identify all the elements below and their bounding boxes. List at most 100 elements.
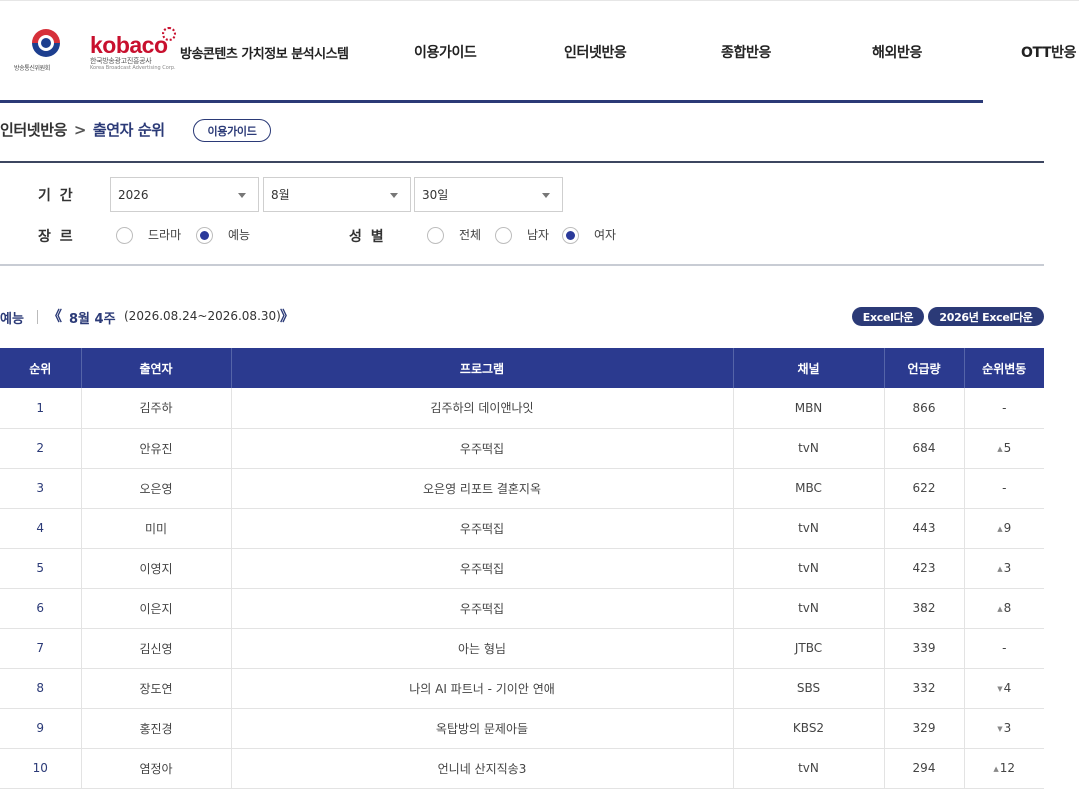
week-divider: [37, 310, 38, 324]
filter-divider: [0, 264, 1044, 266]
performer-cell: 이은지: [81, 588, 232, 629]
arrow-down-icon: ▼: [997, 685, 1003, 693]
table-row[interactable]: 6 이은지 우주떡집 tvN 382 ▲8: [0, 588, 1044, 629]
gender-radio-all[interactable]: [427, 227, 444, 244]
day-select[interactable]: 30일: [414, 177, 563, 212]
mentions-cell: 382: [884, 588, 965, 629]
gender-radio-female[interactable]: [562, 227, 579, 244]
site-header: 방송통신위원회 kobaco 한국방송광고진흥공사 Korea Broadcas…: [0, 0, 1079, 103]
table-row[interactable]: 9 홍진경 옥탑방의 문제아들 KBS2 329 ▼3: [0, 708, 1044, 749]
mentions-cell: 332: [884, 668, 965, 709]
period-label: 기 간: [38, 188, 75, 204]
program-cell: 우주떡집: [231, 428, 734, 469]
excel-download-button[interactable]: Excel다운: [852, 307, 924, 326]
genre-radio-variety-label[interactable]: 예능: [228, 226, 250, 243]
table-row[interactable]: 1 김주하 김주하의 데이앤나잇 MBN 866 -: [0, 388, 1044, 429]
gender-radio-all-label[interactable]: 전체: [459, 226, 481, 243]
guide-button[interactable]: 이용가이드: [193, 119, 271, 142]
table-row[interactable]: 3 오은영 오은영 리포트 결혼지옥 MBC 622 -: [0, 468, 1044, 509]
kobaco-logo[interactable]: kobaco 한국방송광고진흥공사 Korea Broadcast Advert…: [90, 27, 176, 79]
program-cell: 우주떡집: [231, 508, 734, 549]
system-title[interactable]: 방송콘텐츠 가치정보 분석시스템: [180, 43, 349, 62]
day-select-value: 30일: [422, 188, 449, 202]
rank-change-value: -: [1002, 481, 1007, 495]
program-cell: 언니네 산지직송3: [231, 748, 734, 789]
genre-radio-variety[interactable]: [196, 227, 213, 244]
prev-week-icon[interactable]: 《: [48, 306, 62, 326]
rank-change-value: 3: [1003, 721, 1012, 735]
channel-cell: tvN: [733, 748, 885, 789]
performer-cell: 김주하: [81, 388, 232, 429]
rank-cell: 10: [0, 748, 82, 789]
rank-change-value: 4: [1003, 681, 1012, 695]
next-week-icon[interactable]: 》: [280, 306, 294, 326]
nav-item-total[interactable]: 종합반응: [721, 42, 771, 62]
gov-logo-text: 방송통신위원회: [14, 65, 50, 72]
rank-change-value: -: [1002, 400, 1007, 415]
genre-radio-drama[interactable]: [116, 227, 133, 244]
rank-change-cell: ▼4: [964, 668, 1044, 709]
arrow-up-icon: ▲: [997, 525, 1003, 533]
mentions-cell: 294: [884, 748, 965, 789]
performer-cell: 오은영: [81, 468, 232, 509]
table-row[interactable]: 10 염정아 언니네 산지직송3 tvN 294 ▲12: [0, 748, 1044, 789]
rank-cell: 8: [0, 668, 82, 709]
year-select[interactable]: 2026: [110, 177, 259, 212]
mentions-cell: 339: [884, 628, 965, 669]
table-row[interactable]: 2 안유진 우주떡집 tvN 684 ▲5: [0, 428, 1044, 469]
rank-change-cell: ▲12: [964, 748, 1044, 789]
arrow-up-icon: ▲: [997, 565, 1003, 573]
nav-item-ott[interactable]: OTT반응: [1021, 42, 1076, 62]
rank-change-cell: ▲5: [964, 428, 1044, 469]
gov-logo[interactable]: 방송통신위원회: [14, 29, 78, 75]
rank-change-cell: ▲3: [964, 548, 1044, 589]
performer-cell: 염정아: [81, 748, 232, 789]
excel-year-download-button[interactable]: 2026년 Excel다운: [928, 307, 1044, 326]
table-row[interactable]: 7 김신영 아는 형님 JTBC 339 -: [0, 628, 1044, 669]
page-title: 출연자 순위: [92, 121, 165, 139]
program-cell: 아는 형님: [231, 628, 734, 669]
arrow-up-icon: ▲: [997, 445, 1003, 453]
kobaco-dots-icon: [162, 27, 176, 41]
rank-change-cell: ▼3: [964, 708, 1044, 749]
rank-change-cell: -: [964, 468, 1044, 509]
rank-change-cell: ▲9: [964, 508, 1044, 549]
program-cell: 오은영 리포트 결혼지옥: [231, 468, 734, 509]
rank-cell: 3: [0, 468, 82, 509]
performer-cell: 장도연: [81, 668, 232, 709]
arrow-down-icon: ▼: [997, 725, 1003, 733]
rank-change-value: 5: [1003, 441, 1012, 455]
arrow-up-icon: ▲: [993, 765, 999, 773]
channel-cell: tvN: [733, 508, 885, 549]
mentions-cell: 329: [884, 708, 965, 749]
table-row[interactable]: 5 이영지 우주떡집 tvN 423 ▲3: [0, 548, 1044, 589]
ranking-table-body: 1 김주하 김주하의 데이앤나잇 MBN 866-2 안유진 우주떡집 tvN 684 ▲5 3 오은…: [0, 388, 1044, 789]
rank-cell: 5: [0, 548, 82, 589]
breadcrumb-parent[interactable]: 인터넷반응: [0, 121, 67, 139]
program-cell: 나의 AI 파트너 - 기이안 연애: [231, 668, 734, 709]
col-performer: 출연자: [81, 348, 232, 388]
gender-radio-male-label[interactable]: 남자: [527, 226, 549, 243]
rank-change-value: 8: [1003, 601, 1012, 615]
nav-item-internet[interactable]: 인터넷반응: [564, 42, 627, 62]
table-row[interactable]: 4 미미 우주떡집 tvN 443 ▲9: [0, 508, 1044, 549]
genre-radio-drama-label[interactable]: 드라마: [148, 226, 181, 243]
gender-radio-male[interactable]: [495, 227, 512, 244]
program-cell: 옥탑방의 문제아들: [231, 708, 734, 749]
table-row[interactable]: 8 장도연 나의 AI 파트너 - 기이안 연애 SBS 332 ▼4: [0, 668, 1044, 709]
rank-cell: 6: [0, 588, 82, 629]
col-channel: 채널: [733, 348, 885, 388]
ranking-table: 순위 출연자 프로그램 채널 언급량 순위변동 1 김주하 김주하의 데이앤나잇 MB…: [0, 348, 1044, 789]
nav-item-overseas[interactable]: 해외반응: [872, 42, 922, 62]
year-select-value: 2026: [118, 187, 149, 202]
breadcrumb: 인터넷반응 > 출연자 순위: [0, 119, 165, 140]
gender-label: 성 별: [349, 229, 386, 245]
rank-cell: 1: [0, 388, 82, 429]
month-select[interactable]: 8월: [263, 177, 411, 212]
nav-item-guide[interactable]: 이용가이드: [414, 42, 477, 62]
rank-change-value: 12: [999, 761, 1016, 775]
gender-radio-female-label[interactable]: 여자: [594, 226, 616, 243]
performer-cell: 홍진경: [81, 708, 232, 749]
rank-change-cell: ▲8: [964, 588, 1044, 629]
col-rank-change: 순위변동: [964, 348, 1044, 388]
